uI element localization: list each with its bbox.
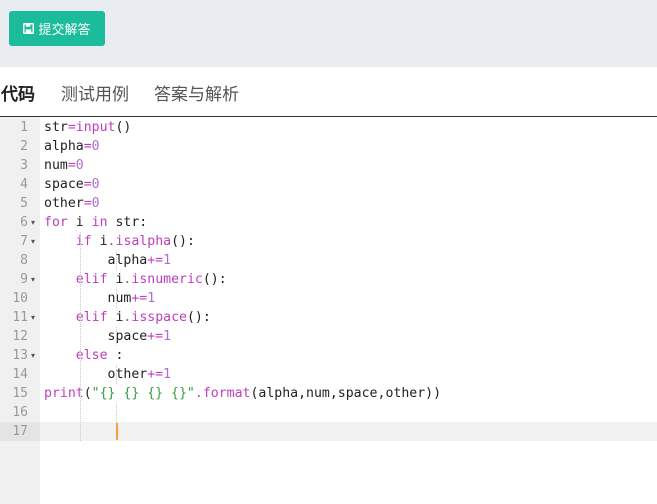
line-number: 13 [12, 348, 28, 363]
active-line-highlight [40, 422, 657, 441]
code-editor[interactable]: 1 str=input() 2 alpha=0 3 num=0 4 space=0 5 other… [0, 117, 657, 504]
text-cursor [116, 423, 118, 440]
code-line[interactable]: space+=1 [44, 327, 172, 346]
tab-code[interactable]: 代码 [1, 80, 35, 105]
code-line[interactable]: other=0 [44, 194, 100, 213]
code-line[interactable]: print("{} {} {} {}".format(alpha,num,spa… [44, 384, 441, 403]
line-number: 11 [12, 310, 28, 325]
line-number: 2 [20, 139, 28, 154]
submit-answer-button[interactable]: 提交解答 [9, 11, 105, 46]
code-line[interactable]: if i.isalpha(): [44, 232, 195, 251]
indent-guide [116, 327, 117, 346]
line-number: 3 [20, 158, 28, 173]
indent-guide [116, 251, 117, 270]
line-number: 6 [20, 215, 28, 230]
code-line[interactable]: else : [44, 346, 124, 365]
fold-arrow-icon[interactable]: ▾ [31, 270, 35, 289]
line-number: 4 [20, 177, 28, 192]
line-number: 1 [20, 120, 28, 135]
code-line[interactable]: space=0 [44, 175, 100, 194]
line-number: 17 [12, 424, 28, 439]
line-number: 12 [12, 329, 28, 344]
line-number: 10 [12, 291, 28, 306]
code-line[interactable]: alpha=0 [44, 137, 100, 156]
fold-arrow-icon[interactable]: ▾ [31, 213, 35, 232]
save-icon [23, 23, 35, 34]
code-line[interactable]: num+=1 [44, 289, 156, 308]
toolbar: 提交解答 [0, 0, 657, 67]
code-line[interactable]: str=input() [44, 118, 131, 137]
line-number: 5 [20, 196, 28, 211]
code-line[interactable]: for i in str: [44, 213, 147, 232]
code-line[interactable]: other+=1 [44, 365, 172, 384]
line-number: 9 [20, 272, 28, 287]
indent-guide [116, 289, 117, 308]
line-number: 7 [20, 234, 28, 249]
line-number: 16 [12, 405, 28, 420]
code-line[interactable]: elif i.isnumeric(): [44, 270, 227, 289]
tab-bar: 代码 测试用例 答案与解析 [0, 67, 657, 118]
tab-answer-analysis[interactable]: 答案与解析 [154, 80, 239, 105]
line-number: 15 [12, 386, 28, 401]
indent-guide [116, 365, 117, 384]
line-number: 8 [20, 253, 28, 268]
fold-arrow-icon[interactable]: ▾ [31, 346, 35, 365]
code-line[interactable]: alpha+=1 [44, 251, 172, 270]
line-number: 14 [12, 367, 28, 382]
indent-guide [80, 232, 81, 441]
code-line[interactable]: num=0 [44, 156, 84, 175]
fold-arrow-icon[interactable]: ▾ [31, 232, 35, 251]
tab-test-cases[interactable]: 测试用例 [61, 80, 129, 105]
editor-empty-area[interactable] [40, 440, 657, 504]
code-line[interactable]: elif i.isspace(): [44, 308, 211, 327]
indent-guide [116, 403, 117, 422]
submit-answer-label: 提交解答 [38, 22, 91, 37]
fold-arrow-icon[interactable]: ▾ [31, 308, 35, 327]
